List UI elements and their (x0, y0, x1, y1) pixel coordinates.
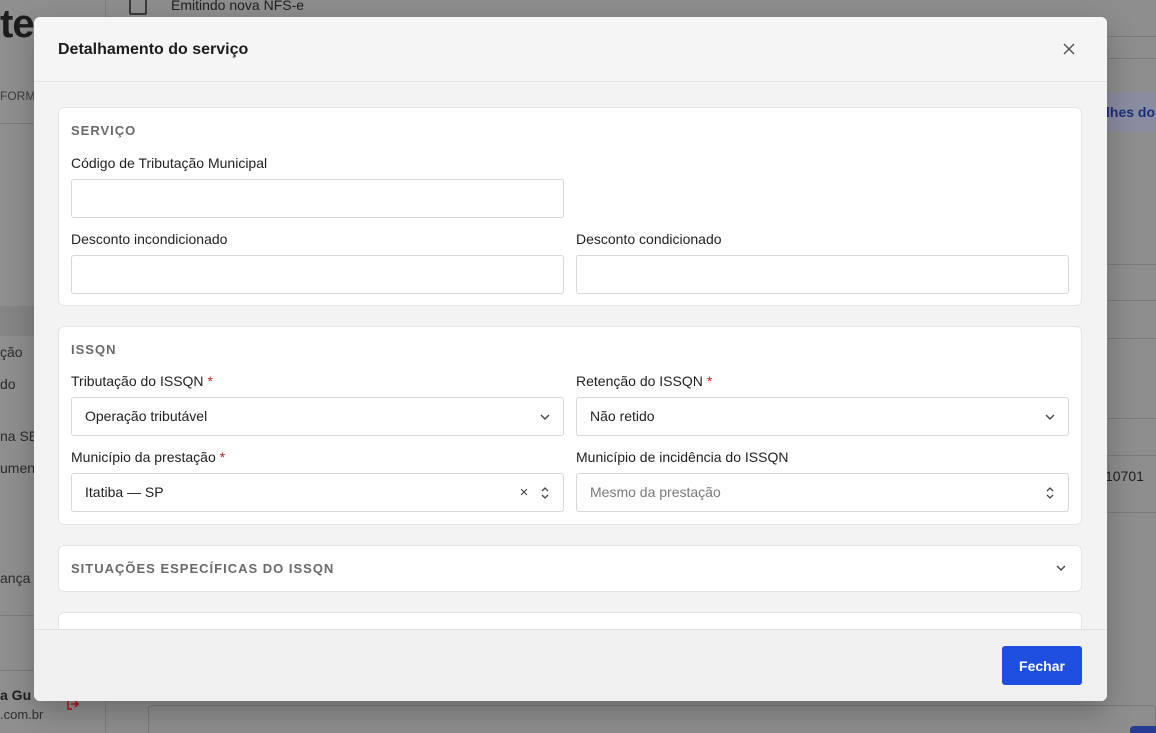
desconto-condicionado-input[interactable] (576, 255, 1069, 294)
modal-title: Detalhamento do serviço (58, 41, 249, 58)
chevron-down-icon (540, 414, 550, 420)
required-mark: * (219, 449, 226, 465)
section-title: SITUAÇÕES ESPECÍFICAS DO ISSQN (71, 561, 335, 576)
chevron-up-down-icon (1046, 487, 1054, 499)
sidebar-item[interactable]: ção (0, 344, 23, 360)
sidebar-item[interactable]: ança (0, 570, 30, 586)
required-mark: * (207, 373, 213, 389)
tributacao-issqn-label: Tributação do ISSQN * (71, 373, 213, 389)
retencao-issqn-label: Retenção do ISSQN * (576, 373, 713, 389)
required-mark: * (706, 373, 713, 389)
chevron-up-down-icon (541, 487, 549, 499)
municipio-prestacao-combobox[interactable]: Itatiba — SP × (71, 473, 564, 512)
divider (1107, 338, 1156, 339)
tributacao-issqn-select[interactable]: Operação tributável (71, 397, 564, 436)
bottom-panel (148, 705, 1156, 733)
issqn-card: ISSQN Tributação do ISSQN * Operação trib… (58, 326, 1082, 525)
user-email: .com.br (0, 707, 44, 722)
chevron-down-icon (1056, 565, 1066, 571)
divider (1107, 455, 1156, 456)
close-button[interactable]: Fechar (1002, 646, 1082, 685)
divider (1107, 418, 1156, 419)
clear-icon[interactable]: × (517, 485, 531, 501)
service-detail-modal: Detalhamento do serviço SERVIÇO Código d… (34, 17, 1107, 701)
desconto-condicionado-label: Desconto condicionado (576, 231, 722, 247)
modal-footer: Fechar (34, 629, 1107, 701)
close-icon[interactable] (1059, 39, 1079, 59)
section-title: SERVIÇO (71, 123, 137, 138)
municipio-prestacao-label: Município da prestação * (71, 449, 226, 465)
sidebar-item[interactable]: umen (0, 460, 35, 476)
codigo-tributacao-input[interactable] (71, 179, 564, 218)
page-title: Emitindo nova NFS-e (171, 0, 305, 13)
tab-details[interactable]: lhes do (1102, 92, 1156, 132)
select-value: Não retido (590, 408, 655, 424)
codigo-tributacao-label: Código de Tributação Municipal (71, 155, 268, 171)
situacoes-especificas-accordion[interactable]: SITUAÇÕES ESPECÍFICAS DO ISSQN (58, 545, 1082, 592)
modal-body[interactable]: SERVIÇO Código de Tributação Municipal D… (34, 82, 1107, 629)
user-name: a Gu (0, 687, 32, 703)
divider (1107, 264, 1156, 265)
divider (1107, 512, 1156, 513)
chevron-down-icon (1045, 414, 1055, 420)
sidebar-toggle-icon[interactable] (129, 0, 147, 15)
logo: te (0, 2, 35, 46)
next-section-card (58, 612, 1082, 629)
primary-button[interactable] (1130, 726, 1156, 733)
retencao-issqn-select[interactable]: Não retido (576, 397, 1069, 436)
municipio-incidencia-label: Município de incidência do ISSQN (576, 449, 789, 465)
desconto-incondicionado-input[interactable] (71, 255, 564, 294)
divider (1107, 36, 1156, 37)
section-title: ISSQN (71, 342, 117, 357)
servico-card: SERVIÇO Código de Tributação Municipal D… (58, 107, 1082, 306)
table-cell: 10701 (1105, 468, 1144, 484)
municipio-incidencia-combobox[interactable]: Mesmo da prestação (576, 473, 1069, 512)
select-value: Itatiba — SP (85, 484, 164, 500)
sidebar-item[interactable]: na SE (0, 428, 38, 444)
desconto-incondicionado-label: Desconto incondicionado (71, 231, 228, 247)
divider (1107, 300, 1156, 301)
select-placeholder: Mesmo da prestação (590, 484, 721, 500)
sidebar-item[interactable]: do (0, 376, 16, 392)
modal-header: Detalhamento do serviço (34, 17, 1107, 82)
sidebar-section-label: FORM (0, 89, 36, 103)
divider (1107, 58, 1156, 59)
select-value: Operação tributável (85, 408, 208, 424)
